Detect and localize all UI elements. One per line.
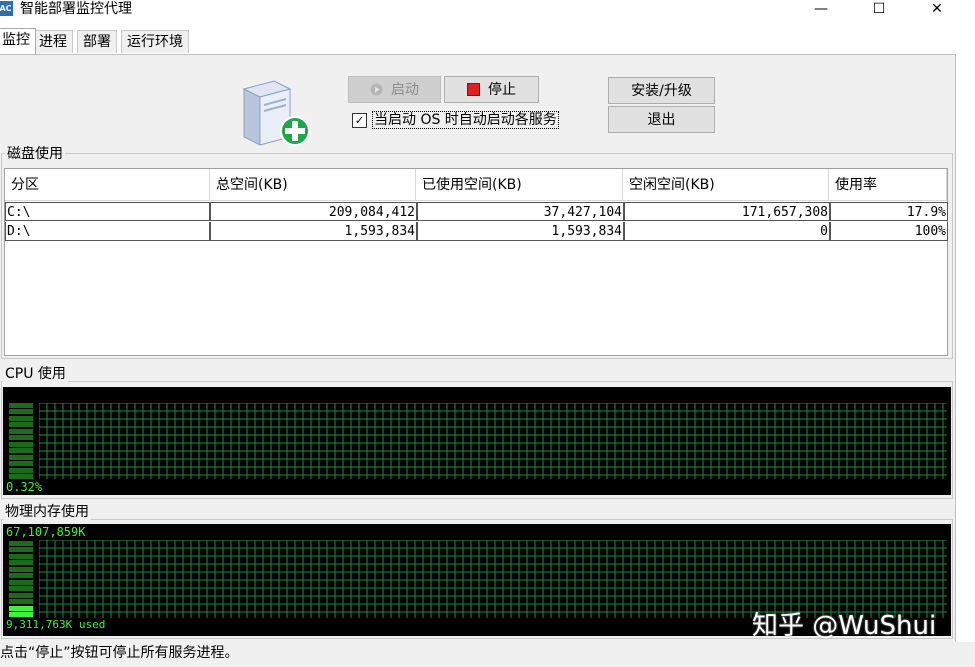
- tab-process[interactable]: 进程: [33, 30, 73, 53]
- start-icon: [370, 83, 383, 96]
- column-header-usage[interactable]: 使用率: [829, 169, 947, 201]
- level-segment: [9, 454, 33, 460]
- level-segment: [9, 409, 33, 415]
- memory-total-label: 67,107,859K: [6, 525, 86, 539]
- disk-usage-title: 磁盘使用: [5, 146, 65, 162]
- title-bar: AC 智能部署监控代理 — ☐ ✕: [0, 0, 975, 22]
- level-segment: [9, 566, 33, 572]
- level-segment: [9, 592, 33, 598]
- tab-strip: 监控 进程 部署 运行环境: [0, 28, 975, 54]
- table-cell-free[interactable]: 0: [624, 222, 830, 241]
- start-label: 启动: [391, 82, 419, 98]
- table-cell-usage[interactable]: 100%: [830, 222, 948, 241]
- level-segment: [9, 441, 33, 447]
- app-logo-icon: AC: [0, 1, 13, 16]
- watermark-text: 知乎 @WuShui: [752, 611, 937, 641]
- memory-usage-title: 物理内存使用: [3, 504, 91, 520]
- cpu-history-graph: [39, 403, 947, 479]
- level-segment: [9, 612, 33, 617]
- column-header-used[interactable]: 已使用空间(KB): [416, 169, 623, 201]
- table-cell-used[interactable]: 37,427,104: [417, 202, 624, 221]
- level-segment: [9, 422, 33, 428]
- level-segment: [9, 560, 33, 566]
- table-cell-used[interactable]: 1,593,834: [417, 222, 624, 241]
- level-segment: [9, 547, 33, 553]
- install-upgrade-button[interactable]: 安装/升级: [608, 77, 715, 104]
- cpu-percent-label: 0.32%: [6, 480, 43, 494]
- memory-level-bar: [9, 541, 33, 617]
- background-window-edge: [956, 0, 975, 642]
- minimize-icon[interactable]: —: [792, 0, 850, 20]
- stop-label: 停止: [488, 82, 516, 98]
- level-segment: [9, 586, 33, 592]
- level-segment: [9, 541, 33, 546]
- window-title: 智能部署监控代理: [20, 1, 132, 17]
- tab-monitor[interactable]: 监控: [0, 28, 36, 54]
- level-segment: [9, 573, 33, 579]
- level-segment: [9, 461, 33, 467]
- level-segment: [9, 579, 33, 585]
- stop-icon: [467, 83, 480, 96]
- level-segment: [9, 403, 33, 408]
- table-cell-usage[interactable]: 17.9%: [830, 202, 948, 221]
- tab-runtime-env[interactable]: 运行环境: [121, 30, 189, 53]
- level-segment: [9, 599, 33, 605]
- status-bar: 点击“停止”按钮可停止所有服务进程。: [0, 642, 975, 667]
- table-cell-total[interactable]: 1,593,834: [210, 222, 417, 241]
- column-header-partition[interactable]: 分区: [5, 169, 210, 201]
- level-segment: [9, 553, 33, 559]
- cpu-usage-title: CPU 使用: [3, 366, 68, 382]
- exit-button[interactable]: 退出: [608, 106, 715, 133]
- stop-button[interactable]: 停止: [444, 76, 539, 103]
- level-segment: [9, 448, 33, 454]
- table-cell-total[interactable]: 209,084,412: [210, 202, 417, 221]
- column-header-free[interactable]: 空闲空间(KB): [623, 169, 829, 201]
- level-segment: [9, 474, 33, 479]
- memory-used-label: 9,311,763K used: [6, 618, 106, 631]
- cpu-monitor: 0.32%: [3, 387, 951, 495]
- level-segment: [9, 435, 33, 441]
- status-text: 点击“停止”按钮可停止所有服务进程。: [0, 645, 239, 661]
- column-header-total[interactable]: 总空间(KB): [210, 169, 416, 201]
- level-segment: [9, 605, 33, 611]
- server-install-icon: [242, 80, 310, 146]
- monitor-panel: 启动 停止 安装/升级 退出 ✓ 当启动 OS 时自动启动各服务 磁盘使用 分区…: [0, 54, 956, 643]
- tab-deploy[interactable]: 部署: [77, 30, 117, 53]
- autostart-checkbox[interactable]: ✓: [352, 113, 367, 128]
- table-cell-partition[interactable]: C:\: [5, 202, 210, 221]
- level-segment: [9, 415, 33, 421]
- autostart-label: 当启动 OS 时自动启动各服务: [372, 111, 559, 129]
- table-cell-free[interactable]: 171,657,308: [624, 202, 830, 221]
- start-button[interactable]: 启动: [348, 76, 441, 103]
- maximize-icon[interactable]: ☐: [850, 0, 908, 20]
- level-segment: [9, 428, 33, 434]
- table-cell-partition[interactable]: D:\: [5, 222, 210, 241]
- cpu-level-bar: [9, 403, 33, 479]
- disk-table: 分区 总空间(KB) 已使用空间(KB) 空闲空间(KB) 使用率 C:\ 20…: [4, 168, 948, 356]
- level-segment: [9, 467, 33, 473]
